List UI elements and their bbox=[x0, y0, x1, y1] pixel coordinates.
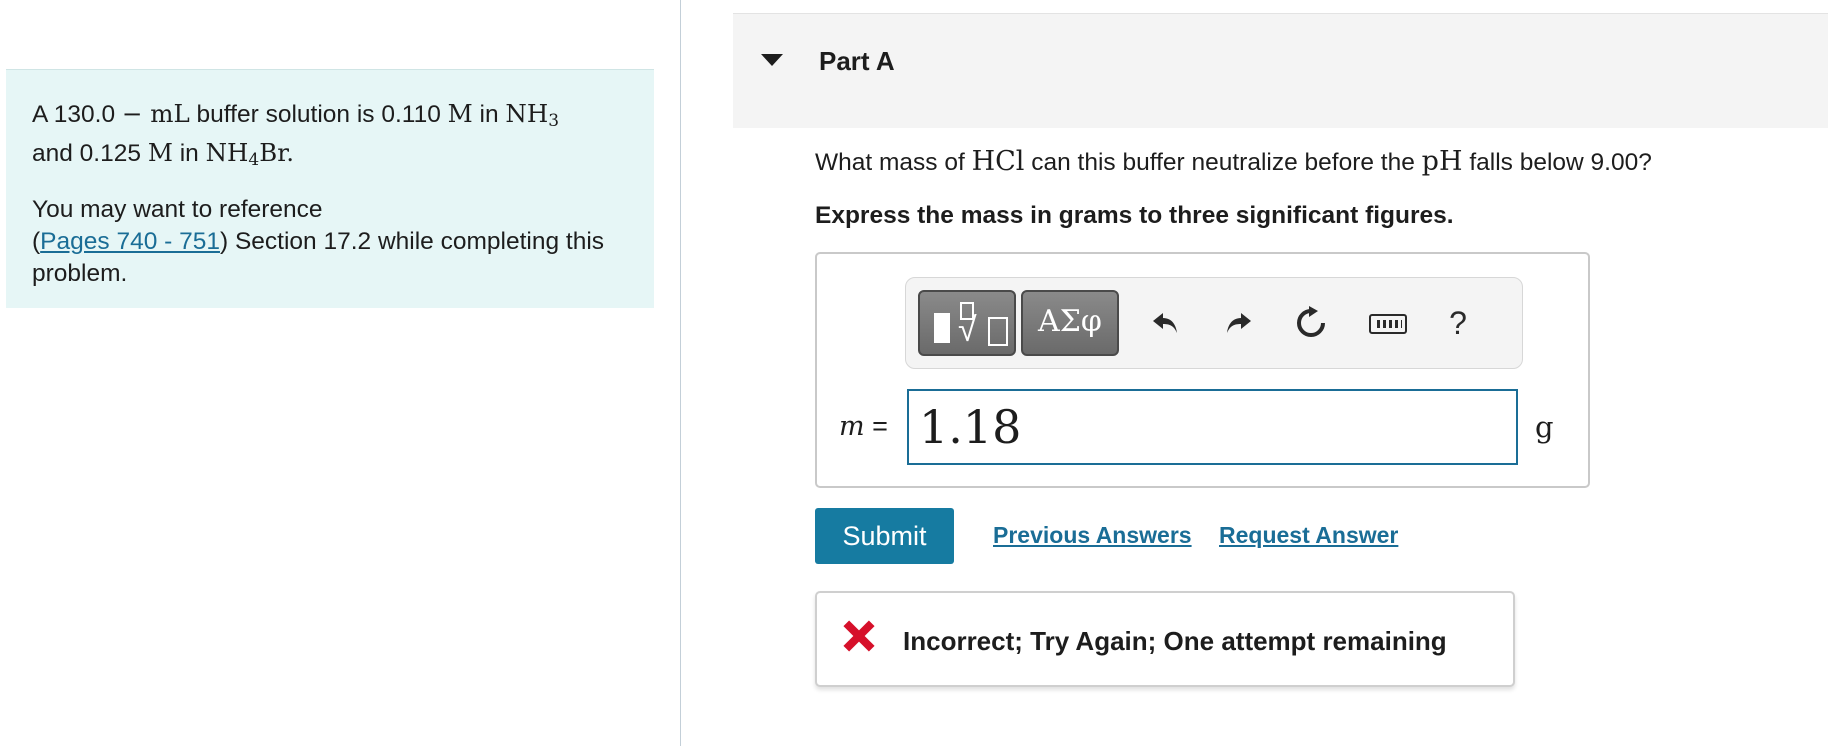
intro-math-main: NH bbox=[205, 138, 249, 167]
intro-text: buffer solution is 0.110 bbox=[189, 101, 448, 128]
question-math: HCl bbox=[971, 146, 1025, 177]
answer-unit: g bbox=[1535, 410, 1554, 444]
template-radicand-shape bbox=[988, 317, 1008, 346]
intro-math-subscript: 4 bbox=[248, 150, 260, 170]
answer-variable: m bbox=[839, 411, 865, 442]
help-icon[interactable]: ? bbox=[1436, 296, 1480, 350]
templates-icon[interactable]: √ bbox=[918, 290, 1016, 356]
problem-statement: A 130.0 − mL buffer solution is 0.110 M … bbox=[32, 98, 628, 176]
keyboard-glyph bbox=[1369, 314, 1407, 334]
question-part: What mass of bbox=[815, 149, 972, 176]
collapse-caret-icon[interactable] bbox=[761, 54, 783, 66]
answer-box: √ ΑΣφ ? m = g bbox=[815, 252, 1590, 488]
intro-math: NH3 bbox=[505, 99, 560, 131]
request-answer-link[interactable]: Request Answer bbox=[1219, 522, 1398, 549]
part-title: Part A bbox=[819, 46, 895, 76]
submit-button[interactable]: Submit bbox=[815, 508, 954, 564]
previous-answers-link[interactable]: Previous Answers bbox=[993, 522, 1192, 549]
intro-math: − mL bbox=[121, 99, 190, 128]
intro-math-subscript: 3 bbox=[548, 111, 560, 131]
reference-pages-link[interactable]: Pages 740 - 751 bbox=[40, 228, 220, 255]
reset-icon[interactable] bbox=[1289, 296, 1333, 350]
greek-symbols-icon[interactable]: ΑΣφ bbox=[1021, 290, 1119, 356]
keyboard-icon[interactable] bbox=[1366, 296, 1410, 350]
intro-text: . bbox=[286, 138, 295, 167]
question-part: falls below 9.00? bbox=[1462, 149, 1652, 176]
intro-text: in bbox=[172, 140, 206, 167]
part-header[interactable]: Part A bbox=[733, 14, 1828, 128]
question-part: can this buffer neutralize before the bbox=[1024, 149, 1422, 176]
problem-intro-panel: A 130.0 − mL buffer solution is 0.110 M … bbox=[6, 69, 654, 308]
question-math: pH bbox=[1421, 146, 1463, 177]
template-block-shape bbox=[934, 313, 950, 343]
intro-math: M bbox=[447, 99, 473, 128]
question-text: What mass of HCl can this buffer neutral… bbox=[815, 146, 1652, 177]
answer-variable-label: m = bbox=[839, 411, 888, 442]
intro-math: M bbox=[147, 138, 173, 167]
feedback-panel: Incorrect; Try Again; One attempt remain… bbox=[815, 591, 1515, 687]
intro-text: in bbox=[472, 101, 506, 128]
intro-text: A 130.0 bbox=[32, 101, 122, 128]
redo-icon[interactable] bbox=[1216, 296, 1260, 350]
feedback-message: Incorrect; Try Again; One attempt remain… bbox=[903, 626, 1447, 656]
intro-math-main: NH bbox=[505, 99, 549, 128]
radical-shape: √ bbox=[958, 311, 977, 349]
reference-note: You may want to reference (Pages 740 - 75… bbox=[32, 196, 605, 287]
answer-input[interactable] bbox=[907, 389, 1518, 465]
instruction-text: Express the mass in grams to three signi… bbox=[815, 202, 1454, 229]
undo-icon[interactable] bbox=[1144, 296, 1188, 350]
intro-math-tail: Br bbox=[259, 138, 287, 167]
incorrect-x-icon bbox=[843, 620, 875, 652]
intro-math: NH4Br bbox=[205, 138, 287, 170]
answer-equals: = bbox=[864, 411, 888, 441]
intro-text: and 0.125 bbox=[32, 140, 148, 167]
math-toolbar: √ ΑΣφ ? bbox=[905, 277, 1523, 369]
panel-divider bbox=[680, 0, 681, 746]
reference-text: You may want to reference bbox=[32, 196, 323, 223]
